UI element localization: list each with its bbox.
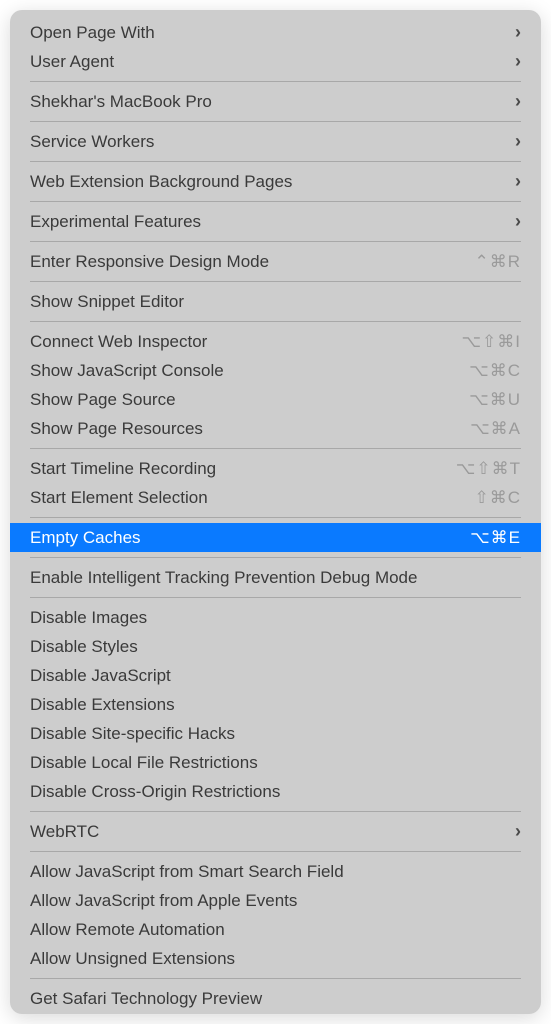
menu-item-label: Open Page With	[30, 23, 505, 43]
menu-separator	[30, 201, 521, 202]
menu-item-get-safari-tech-preview[interactable]: Get Safari Technology Preview	[10, 984, 541, 1013]
menu-item-label: Allow JavaScript from Smart Search Field	[30, 862, 521, 882]
chevron-right-icon: ›	[515, 131, 521, 152]
menu-item-label: Disable Styles	[30, 637, 521, 657]
chevron-right-icon: ›	[515, 51, 521, 72]
menu-item-user-agent[interactable]: User Agent ›	[10, 47, 541, 76]
menu-item-label: Show Page Source	[30, 390, 459, 410]
menu-item-label: Empty Caches	[30, 528, 460, 548]
menu-item-label: Disable Extensions	[30, 695, 521, 715]
menu-item-disable-extensions[interactable]: Disable Extensions	[10, 690, 541, 719]
menu-item-label: Connect Web Inspector	[30, 332, 451, 352]
menu-shortcut: ⇧⌘C	[474, 488, 521, 508]
menu-separator	[30, 241, 521, 242]
menu-item-label: Disable Site-specific Hacks	[30, 724, 521, 744]
menu-item-label: Start Timeline Recording	[30, 459, 446, 479]
develop-menu: Open Page With›User Agent›Shekhar's MacB…	[10, 10, 541, 1014]
menu-item-label: Web Extension Background Pages	[30, 172, 505, 192]
menu-item-label: Start Element Selection	[30, 488, 464, 508]
menu-item-label: Service Workers	[30, 132, 505, 152]
menu-item-label: Allow JavaScript from Apple Events	[30, 891, 521, 911]
menu-item-label: Allow Unsigned Extensions	[30, 949, 521, 969]
menu-item-enable-itp-debug[interactable]: Enable Intelligent Tracking Prevention D…	[10, 563, 541, 592]
menu-item-allow-unsigned-extensions[interactable]: Allow Unsigned Extensions	[10, 944, 541, 973]
menu-item-disable-styles[interactable]: Disable Styles	[10, 632, 541, 661]
menu-separator	[30, 281, 521, 282]
menu-separator	[30, 81, 521, 82]
menu-item-allow-js-apple-events[interactable]: Allow JavaScript from Apple Events	[10, 886, 541, 915]
menu-item-label: Shekhar's MacBook Pro	[30, 92, 505, 112]
menu-separator	[30, 811, 521, 812]
menu-shortcut: ⌥⇧⌘T	[456, 459, 521, 479]
menu-item-label: Enable Intelligent Tracking Prevention D…	[30, 568, 521, 588]
menu-separator	[30, 448, 521, 449]
menu-separator	[30, 321, 521, 322]
menu-item-label: Disable JavaScript	[30, 666, 521, 686]
menu-item-allow-remote-automation[interactable]: Allow Remote Automation	[10, 915, 541, 944]
menu-item-label: WebRTC	[30, 822, 505, 842]
menu-item-show-js-console[interactable]: Show JavaScript Console ⌥⌘C	[10, 356, 541, 385]
menu-item-device-name[interactable]: Shekhar's MacBook Pro ›	[10, 87, 541, 116]
menu-item-disable-cross-origin-restrictions[interactable]: Disable Cross-Origin Restrictions	[10, 777, 541, 806]
menu-separator	[30, 517, 521, 518]
menu-item-start-element-selection[interactable]: Start Element Selection ⇧⌘C	[10, 483, 541, 512]
menu-item-label: Show Page Resources	[30, 419, 460, 439]
menu-item-web-extension-bg-pages[interactable]: Web Extension Background Pages ›	[10, 167, 541, 196]
menu-item-experimental-features[interactable]: Experimental Features ›	[10, 207, 541, 236]
menu-item-service-workers[interactable]: Service Workers ›	[10, 127, 541, 156]
menu-separator	[30, 121, 521, 122]
menu-item-disable-images[interactable]: Disable Images	[10, 603, 541, 632]
menu-item-label: Get Safari Technology Preview	[30, 989, 521, 1009]
menu-item-label: Show Snippet Editor	[30, 292, 521, 312]
menu-shortcut: ⌥⌘U	[469, 390, 521, 410]
chevron-right-icon: ›	[515, 171, 521, 192]
menu-item-open-page-with[interactable]: Open Page With ›	[10, 18, 541, 47]
chevron-right-icon: ›	[515, 211, 521, 232]
menu-item-disable-site-hacks[interactable]: Disable Site-specific Hacks	[10, 719, 541, 748]
menu-item-label: Disable Images	[30, 608, 521, 628]
menu-item-label: Experimental Features	[30, 212, 505, 232]
menu-shortcut: ⌃⌘R	[474, 252, 521, 272]
menu-item-disable-javascript[interactable]: Disable JavaScript	[10, 661, 541, 690]
menu-item-label: Disable Cross-Origin Restrictions	[30, 782, 521, 802]
menu-item-label: Allow Remote Automation	[30, 920, 521, 940]
menu-item-empty-caches[interactable]: Empty Caches ⌥⌘E	[10, 523, 541, 552]
menu-shortcut: ⌥⇧⌘I	[461, 332, 521, 352]
menu-item-label: User Agent	[30, 52, 505, 72]
menu-item-show-page-source[interactable]: Show Page Source ⌥⌘U	[10, 385, 541, 414]
menu-item-webrtc[interactable]: WebRTC ›	[10, 817, 541, 846]
menu-separator	[30, 851, 521, 852]
menu-item-label: Disable Local File Restrictions	[30, 753, 521, 773]
menu-item-disable-local-file-restrictions[interactable]: Disable Local File Restrictions	[10, 748, 541, 777]
menu-item-label: Enter Responsive Design Mode	[30, 252, 464, 272]
menu-shortcut: ⌥⌘A	[470, 419, 521, 439]
menu-item-start-timeline-recording[interactable]: Start Timeline Recording ⌥⇧⌘T	[10, 454, 541, 483]
menu-item-allow-js-smart-search[interactable]: Allow JavaScript from Smart Search Field	[10, 857, 541, 886]
chevron-right-icon: ›	[515, 91, 521, 112]
menu-shortcut: ⌥⌘C	[469, 361, 521, 381]
menu-separator	[30, 978, 521, 979]
menu-item-enter-responsive-design[interactable]: Enter Responsive Design Mode ⌃⌘R	[10, 247, 541, 276]
menu-shortcut: ⌥⌘E	[470, 528, 521, 548]
menu-item-show-snippet-editor[interactable]: Show Snippet Editor	[10, 287, 541, 316]
menu-item-show-page-resources[interactable]: Show Page Resources ⌥⌘A	[10, 414, 541, 443]
chevron-right-icon: ›	[515, 821, 521, 842]
menu-item-connect-web-inspector[interactable]: Connect Web Inspector ⌥⇧⌘I	[10, 327, 541, 356]
menu-item-label: Show JavaScript Console	[30, 361, 459, 381]
menu-separator	[30, 597, 521, 598]
chevron-right-icon: ›	[515, 22, 521, 43]
menu-separator	[30, 557, 521, 558]
menu-separator	[30, 161, 521, 162]
